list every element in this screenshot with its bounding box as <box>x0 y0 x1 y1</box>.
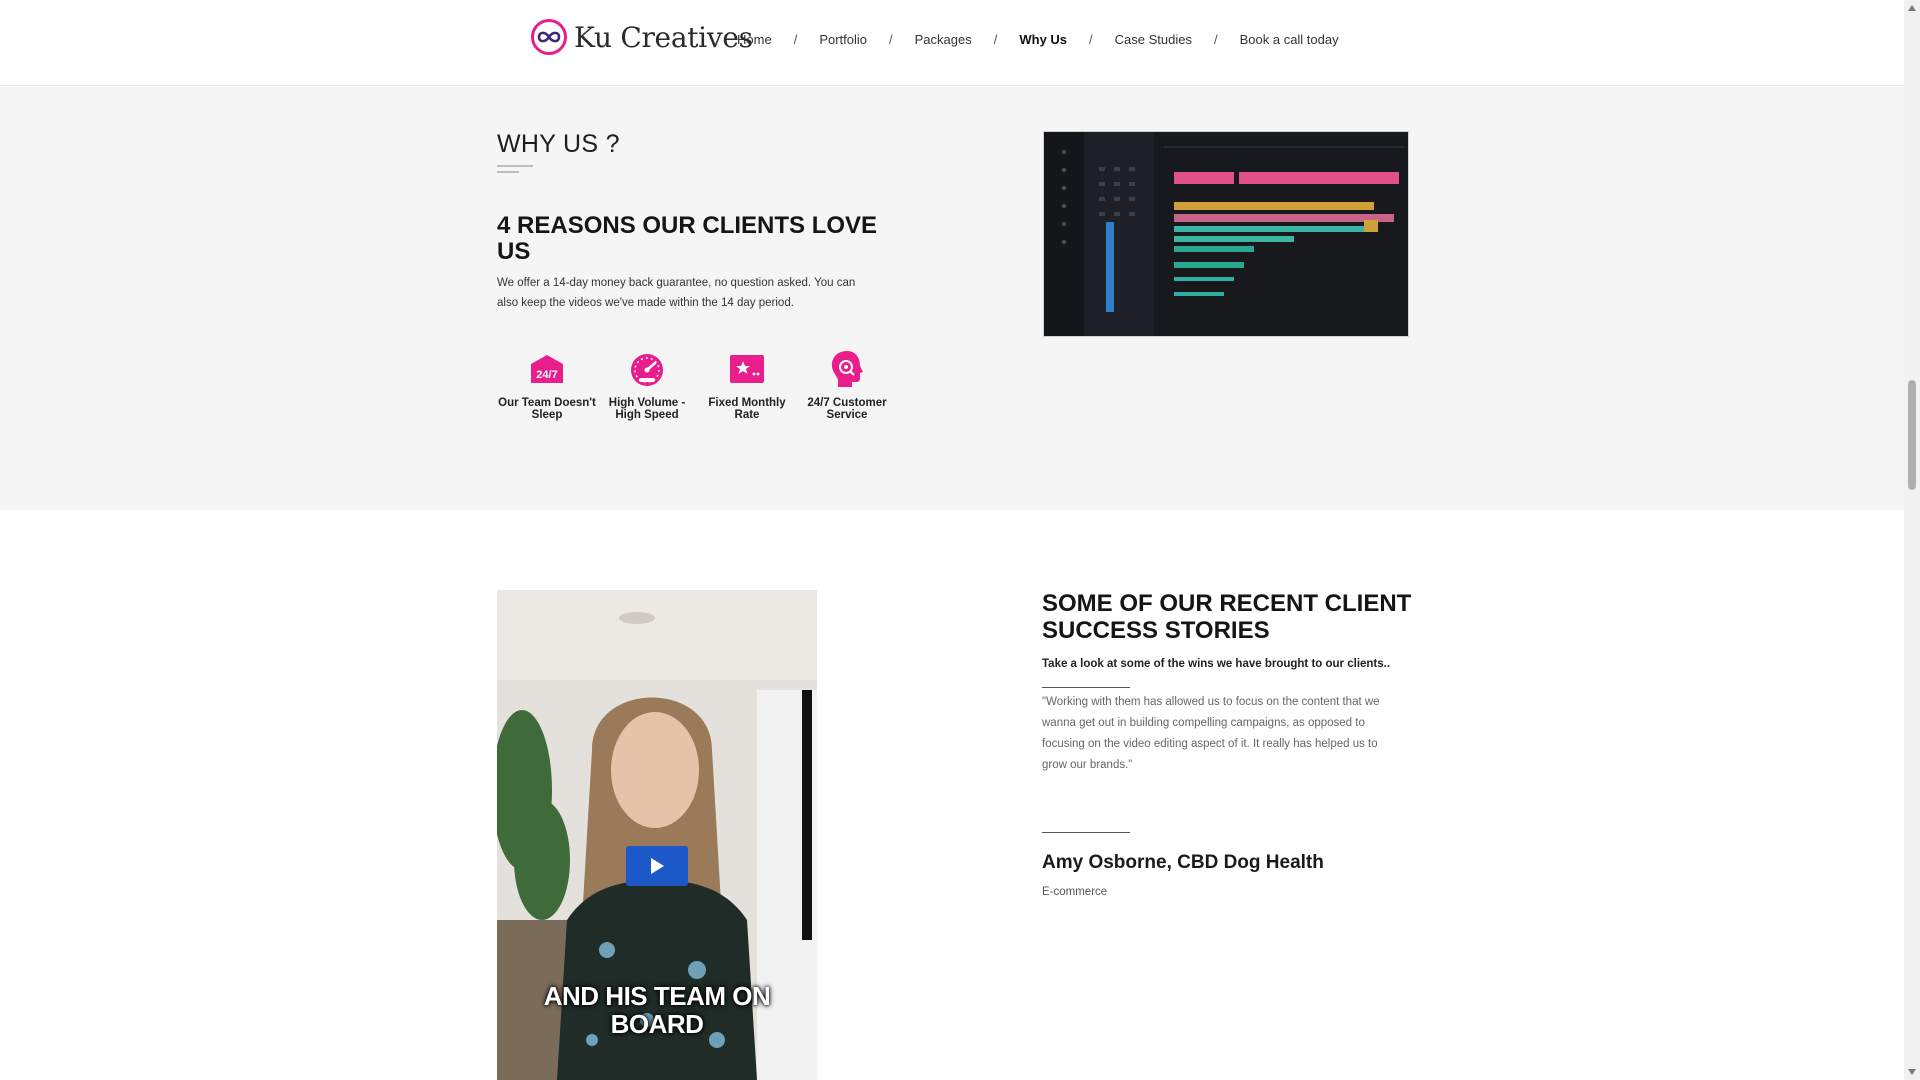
nav-separator: / <box>889 32 893 47</box>
nav-why-us[interactable]: Why Us <box>1019 32 1067 47</box>
feature-label: High Volume - High Speed <box>608 397 686 421</box>
clock-24-7-icon: 24/7 <box>527 349 567 389</box>
feature-item: 24/7 Our Team Doesn't Sleep <box>497 349 597 421</box>
badge-24-7-text: 24/7 <box>536 369 557 381</box>
feature-item: 24/7 Customer Service <box>797 349 897 421</box>
scroll-down-arrow-icon[interactable] <box>1908 1069 1916 1075</box>
play-button[interactable] <box>626 846 688 886</box>
nav-portfolio[interactable]: Portfolio <box>819 32 867 47</box>
why-us-section: WHY US ? 4 REASONS OUR CLIENTS LOVE US W… <box>0 87 1904 510</box>
play-icon <box>651 858 664 874</box>
rate-card-icon <box>727 349 767 389</box>
testimonial-quote: "Working with them has allowed us to foc… <box>1042 696 1380 771</box>
support-headset-icon <box>827 349 867 389</box>
scroll-thumb[interactable] <box>1908 380 1916 490</box>
reasons-heading: 4 REASONS OUR CLIENTS LOVE US <box>497 212 878 265</box>
nav-case-studies[interactable]: Case Studies <box>1115 32 1192 47</box>
nav-separator: / <box>1089 32 1093 47</box>
page-scrollbar[interactable] <box>1904 0 1920 1080</box>
site-header: Ku Creatives Home / Portfolio / Packages… <box>0 0 1904 86</box>
video-editor-image <box>1043 131 1409 337</box>
divider <box>1042 687 1130 688</box>
scroll-up-arrow-icon[interactable] <box>1908 5 1916 11</box>
video-caption: AND HIS TEAM ON BOARD <box>543 981 771 1039</box>
feature-list: 24/7 Our Team Doesn't Sleep High Volume … <box>497 349 897 421</box>
stories-subtitle: Take a look at some of the wins we have … <box>1042 658 1391 670</box>
nav-home[interactable]: Home <box>737 32 772 47</box>
logo-text: Ku Creatives <box>574 20 753 54</box>
speedometer-icon <box>627 349 667 389</box>
stories-heading: SOME OF OUR RECENT CLIENT SUCCESS STORIE… <box>1042 590 1412 644</box>
testimonial-category: E-commerce <box>1042 886 1108 898</box>
feature-label: Fixed Monthly Rate <box>708 397 786 421</box>
testimonial-author: Amy Osborne, CBD Dog Health <box>1042 852 1324 873</box>
reasons-description: We offer a 14-day money back guarantee, … <box>497 277 856 309</box>
testimonial-video[interactable]: AND HIS TEAM ON BOARD <box>497 590 817 1080</box>
nav-book-call[interactable]: Book a call today <box>1240 32 1339 47</box>
why-us-heading: WHY US ? <box>497 130 620 158</box>
feature-label: Our Team Doesn't Sleep <box>498 397 596 421</box>
nav-separator: / <box>1213 32 1218 47</box>
logo-infinity-icon <box>531 19 567 55</box>
divider <box>1042 832 1130 833</box>
feature-label: 24/7 Customer Service <box>807 397 887 421</box>
nav-packages[interactable]: Packages <box>915 32 972 47</box>
main-nav: Home / Portfolio / Packages / Why Us / C… <box>737 32 1339 47</box>
heading-underline <box>497 171 519 173</box>
logo[interactable]: Ku Creatives <box>530 18 753 56</box>
feature-item: Fixed Monthly Rate <box>697 349 797 421</box>
heading-underline <box>497 165 533 167</box>
feature-item: High Volume - High Speed <box>597 349 697 421</box>
nav-separator: / <box>993 32 998 47</box>
nav-separator: / <box>793 32 798 47</box>
